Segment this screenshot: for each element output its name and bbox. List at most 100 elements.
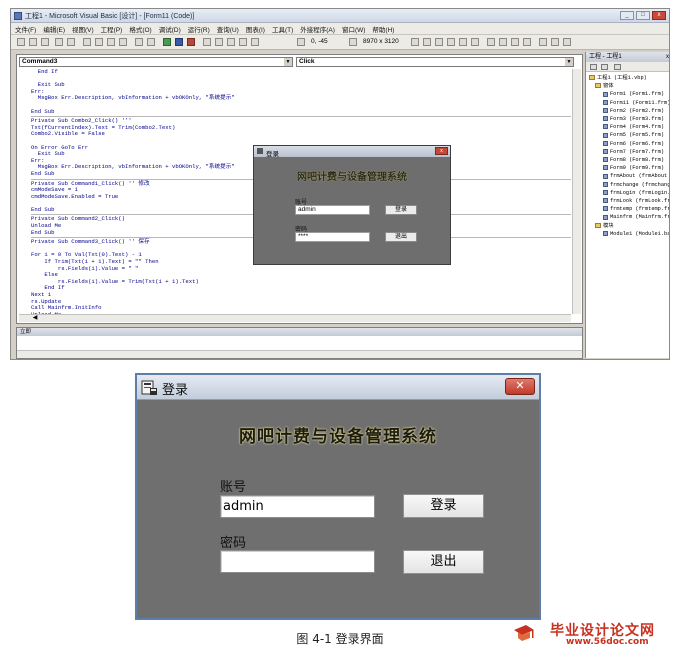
code-line[interactable]: MsgBox Err.Description, vbInformation + … <box>31 95 571 102</box>
add-project-icon[interactable] <box>17 38 25 46</box>
code-line[interactable]: rs.Fields(i).Value = " " <box>31 265 571 273</box>
tree-folder[interactable]: 工程1 (工程1.vbp) <box>589 74 669 82</box>
view-object-icon[interactable] <box>601 64 608 70</box>
paste-icon[interactable] <box>107 38 115 46</box>
properties-icon[interactable] <box>215 38 223 46</box>
close-button[interactable]: x <box>652 11 666 20</box>
undo-icon[interactable] <box>135 38 143 46</box>
exit-button[interactable]: 退出 <box>403 550 484 574</box>
menu-query[interactable]: 查询(U) <box>217 24 239 34</box>
menu-file[interactable]: 文件(F) <box>15 24 36 34</box>
code-line[interactable]: End If <box>31 285 571 292</box>
next-bookmark-icon[interactable] <box>551 38 559 46</box>
uncomment-icon[interactable] <box>523 38 531 46</box>
open-icon[interactable] <box>55 38 63 46</box>
code-line[interactable]: Txt(fCurrentIndex).Text = Trim(Combo2.Te… <box>31 124 571 132</box>
login-close-button[interactable]: ✕ <box>505 378 535 395</box>
tree-item[interactable]: Form11 (Form11.frm) <box>589 99 669 107</box>
tree-item[interactable]: Mainfrm (Mainfrm.fr <box>589 213 669 221</box>
align-icon[interactable] <box>411 38 419 46</box>
menu-debug[interactable]: 调试(D) <box>159 24 181 34</box>
code-line[interactable]: Next i <box>31 291 571 299</box>
tree-item[interactable]: frmLook (frmLook.fr <box>589 197 669 205</box>
menu-editor-icon[interactable] <box>41 38 49 46</box>
tree-item[interactable]: Form9 (Form9.frm) <box>589 164 669 172</box>
procedure-combo[interactable]: Click ▼ <box>296 57 574 67</box>
tree-item[interactable]: Module1 (Module1.bas <box>589 230 669 238</box>
code-line[interactable]: rs.Update <box>31 298 571 306</box>
password-input[interactable] <box>220 550 375 573</box>
code-line[interactable]: Exit Sub <box>31 82 571 89</box>
login-button[interactable]: 登录 <box>403 494 484 518</box>
tree-item[interactable]: Form2 (Form2.frm) <box>589 107 669 115</box>
code-horizontal-scrollbar[interactable]: ◀ <box>19 314 571 322</box>
mini-account-input[interactable]: admin <box>295 205 370 215</box>
bookmark-icon[interactable] <box>539 38 547 46</box>
code-line[interactable]: Combo2.Visible = False <box>31 131 571 138</box>
bold-icon[interactable] <box>447 38 455 46</box>
code-line[interactable]: Call Mainfrm.InitInfo <box>31 305 571 312</box>
tree-item[interactable]: Form7 (Form7.frm) <box>589 148 669 156</box>
comment-icon[interactable] <box>511 38 519 46</box>
immediate-window[interactable]: 立即 <box>16 327 583 359</box>
underline-icon[interactable] <box>471 38 479 46</box>
code-line[interactable]: End If <box>31 69 571 76</box>
copy-icon[interactable] <box>95 38 103 46</box>
minimize-button[interactable]: _ <box>620 11 634 20</box>
indent-icon[interactable] <box>487 38 495 46</box>
menu-help[interactable]: 帮助(H) <box>372 24 394 34</box>
mini-exit-button[interactable]: 退出 <box>385 232 417 242</box>
redo-icon[interactable] <box>147 38 155 46</box>
menu-addins[interactable]: 外接程序(A) <box>300 24 335 34</box>
tree-item[interactable]: Form1 (Form1.frm) <box>589 90 669 98</box>
find-icon[interactable] <box>119 38 127 46</box>
tree-item[interactable]: Form8 (Form8.frm) <box>589 156 669 164</box>
chevron-down-icon[interactable]: ▼ <box>284 58 292 66</box>
toolbox-icon[interactable] <box>251 38 259 46</box>
mini-password-input[interactable]: **** <box>295 232 370 242</box>
break-icon[interactable] <box>175 38 183 46</box>
account-input[interactable]: admin <box>220 495 375 518</box>
tree-item[interactable]: frmAbout (frmAbout <box>589 172 669 180</box>
code-line[interactable] <box>31 138 571 145</box>
menu-tools[interactable]: 工具(T) <box>272 24 293 34</box>
tree-item[interactable]: frmLogin (frmLogin. <box>589 189 669 197</box>
stop-icon[interactable] <box>187 38 195 46</box>
italic-icon[interactable] <box>459 38 467 46</box>
form-layout-icon[interactable] <box>227 38 235 46</box>
make-same-size-icon[interactable] <box>435 38 443 46</box>
chevron-down-icon[interactable]: ▼ <box>565 58 573 66</box>
outdent-icon[interactable] <box>499 38 507 46</box>
mini-login-button[interactable]: 登录 <box>385 205 417 215</box>
menu-project[interactable]: 工程(P) <box>101 24 123 34</box>
tree-item[interactable]: frmtemp (frmtemp.fr <box>589 205 669 213</box>
tree-item[interactable]: Form5 (Form5.frm) <box>589 131 669 139</box>
mini-close-button[interactable]: x <box>435 147 448 155</box>
cut-icon[interactable] <box>83 38 91 46</box>
save-icon[interactable] <box>67 38 75 46</box>
code-vertical-scrollbar[interactable] <box>572 69 581 314</box>
object-browser-icon[interactable] <box>239 38 247 46</box>
tree-folder[interactable]: 窗体 <box>589 82 669 90</box>
menu-diagram[interactable]: 图表(I) <box>246 24 265 34</box>
tree-item[interactable]: Form6 (Form6.frm) <box>589 140 669 148</box>
menu-view[interactable]: 视图(V) <box>72 24 94 34</box>
code-line[interactable] <box>31 76 571 83</box>
center-icon[interactable] <box>423 38 431 46</box>
tree-item[interactable]: Form3 (Form3.frm) <box>589 115 669 123</box>
menu-run[interactable]: 运行(R) <box>188 24 210 34</box>
view-code-icon[interactable] <box>590 64 597 70</box>
maximize-button[interactable]: □ <box>636 11 650 20</box>
tree-item[interactable]: Form4 (Form4.frm) <box>589 123 669 131</box>
add-form-icon[interactable] <box>29 38 37 46</box>
code-line[interactable]: rs.Fields(i).Value = Trim(Txt(i + 1).Tex… <box>31 278 571 286</box>
menu-window[interactable]: 窗口(W) <box>342 24 365 34</box>
toggle-folders-icon[interactable] <box>614 64 621 70</box>
prev-bookmark-icon[interactable] <box>563 38 571 46</box>
code-line[interactable]: End Sub <box>31 108 571 116</box>
tree-folder[interactable]: 模块 <box>589 222 669 230</box>
close-icon[interactable]: x <box>666 52 669 62</box>
scroll-left-icon[interactable]: ◀ <box>31 315 39 322</box>
menu-format[interactable]: 格式(O) <box>129 24 151 34</box>
object-combo[interactable]: Command3 ▼ <box>19 57 293 67</box>
